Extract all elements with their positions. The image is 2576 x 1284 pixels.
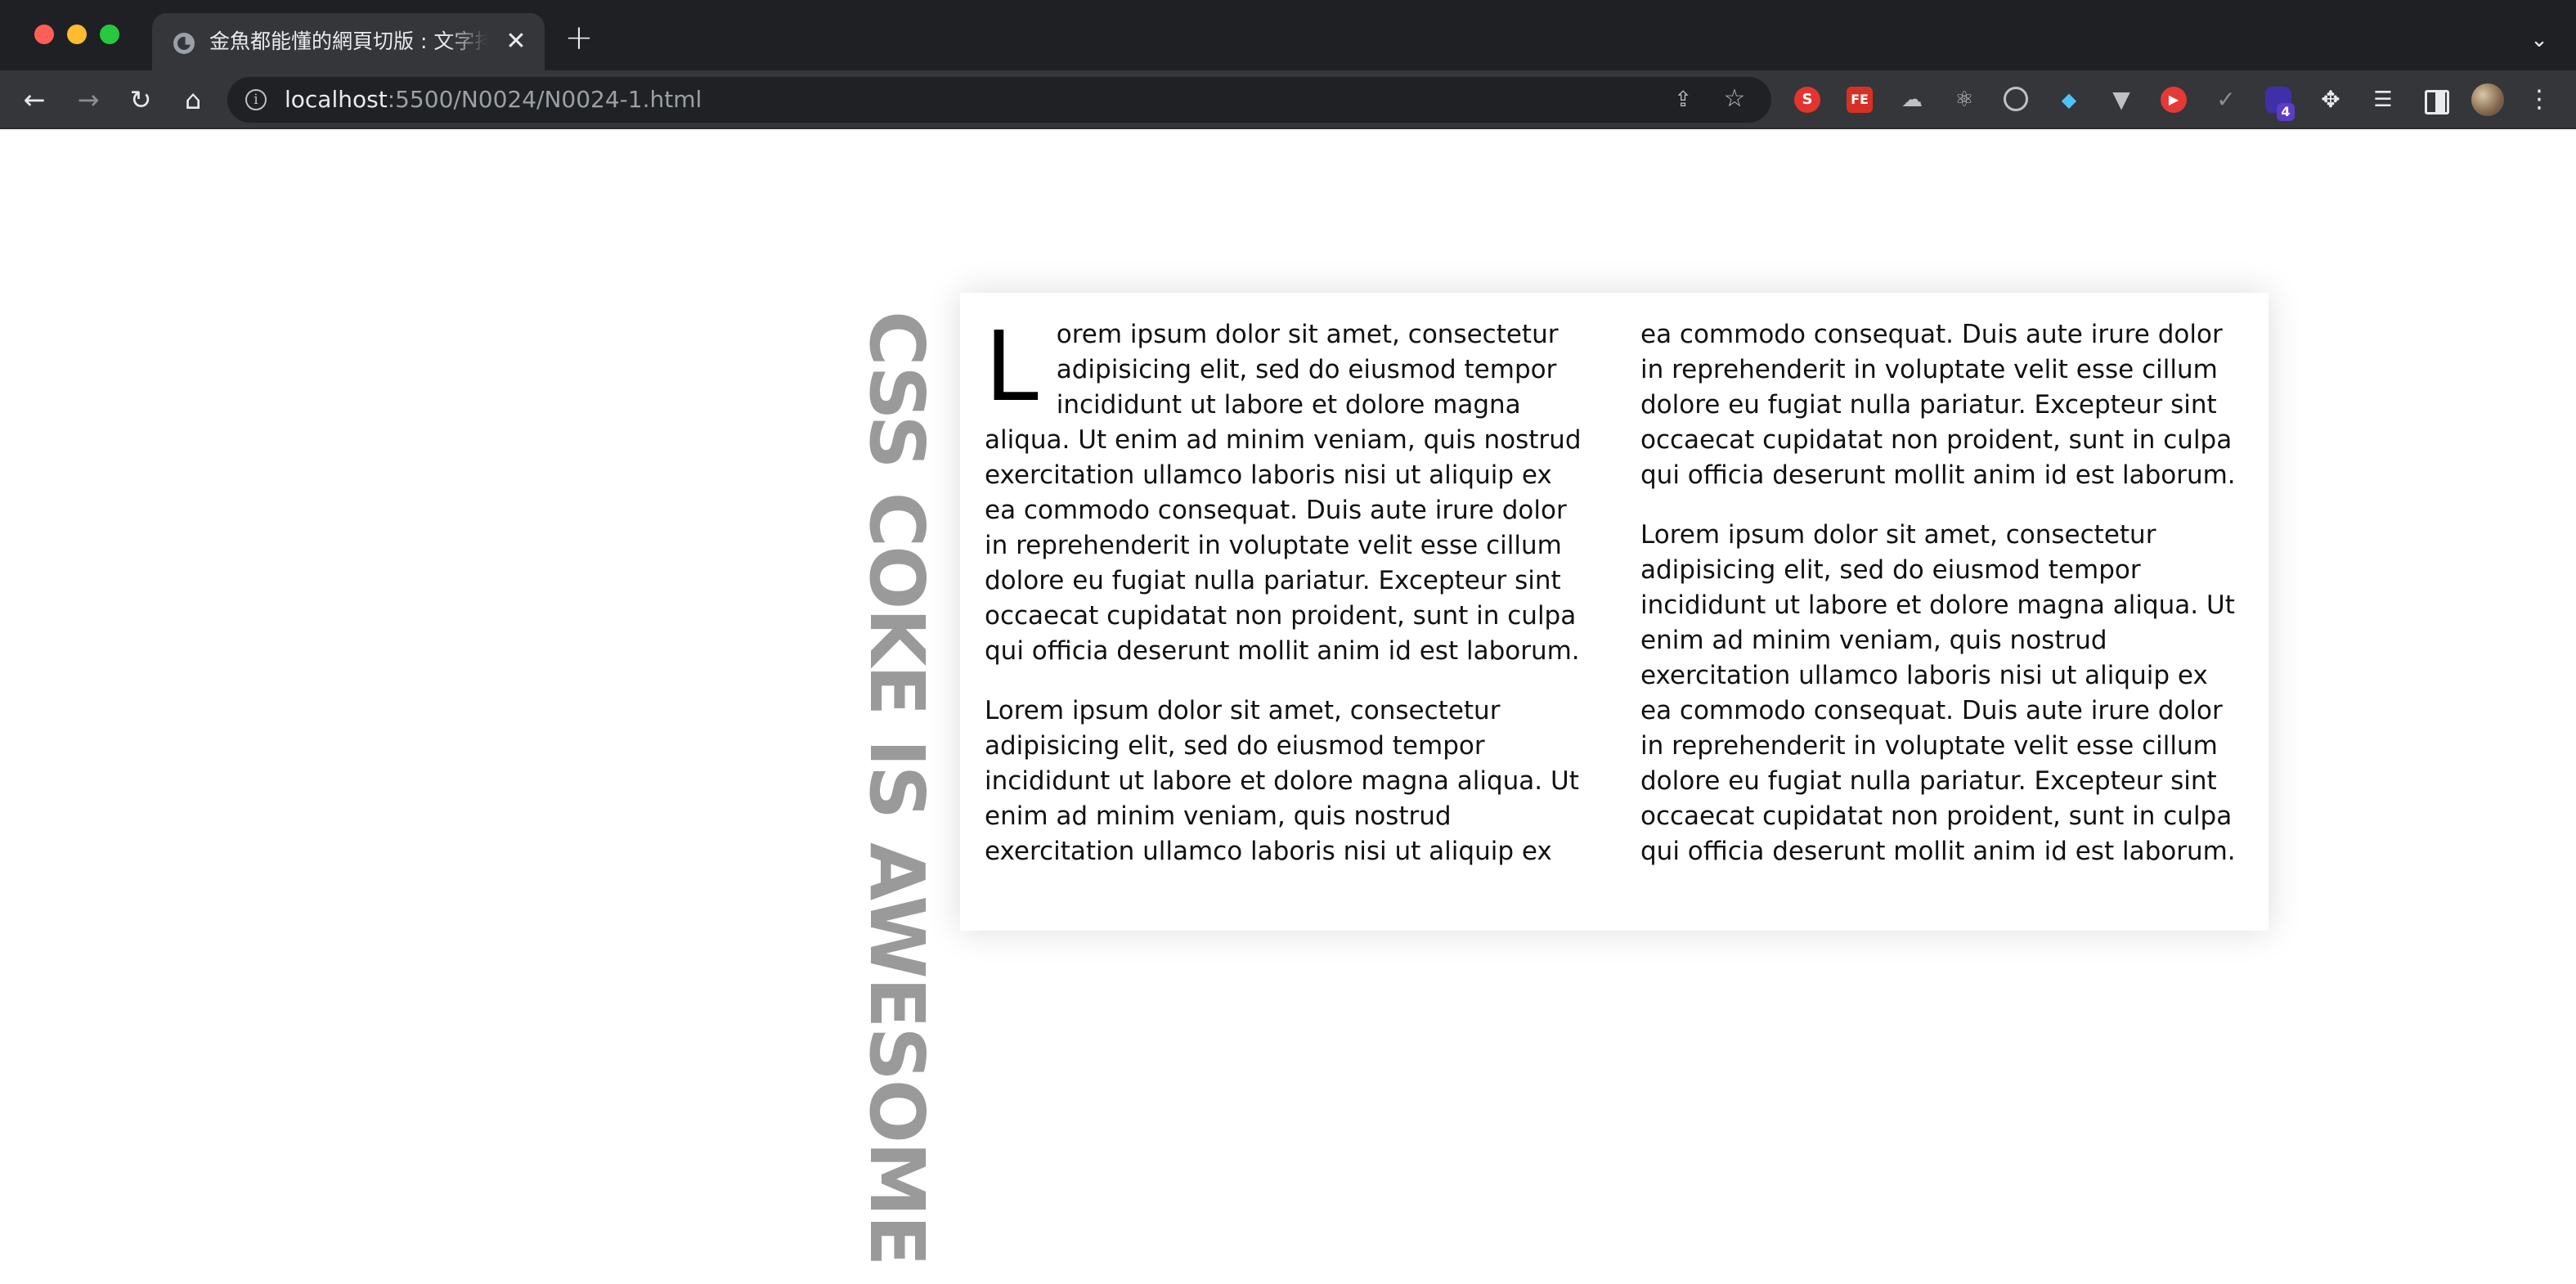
react-extension-icon[interactable]: ⚛ (1951, 87, 1977, 113)
address-url[interactable]: localhost:5500/N0024/N0024-1.html (285, 85, 702, 114)
check-extension-icon[interactable]: ✓ (2213, 87, 2239, 113)
tab-title: 金魚都能懂的網頁切版 : 文字排版 (209, 29, 487, 53)
cloud-extension-icon[interactable]: ☁ (1899, 87, 1925, 113)
tab-search-chevron-icon[interactable]: ⌄ (2527, 28, 2551, 52)
url-path: :5500/N0024/N0024-1.html (387, 86, 702, 113)
new-tab-button[interactable]: + (563, 20, 595, 55)
paragraph-3: Lorem ipsum dolor sit amet, consectetur … (1640, 520, 2236, 866)
tab-close-icon[interactable]: ✕ (502, 28, 530, 56)
paragraph-1: Lorem ipsum dolor sit amet, consectetur … (985, 317, 1588, 669)
s-extension-icon[interactable]: S (1794, 87, 1820, 113)
target-extension-icon[interactable] (2004, 87, 2028, 111)
paragraph-1-text: orem ipsum dolor sit amet, consectetur a… (985, 320, 1582, 666)
bookmark-star-icon[interactable]: ☆ (1721, 85, 1748, 113)
reading-list-icon[interactable]: ☰ (2370, 87, 2396, 113)
reload-icon[interactable]: ↻ (124, 83, 157, 116)
back-arrow-icon[interactable]: ← (18, 83, 51, 116)
article-card: Lorem ipsum dolor sit amet, consectetur … (960, 293, 2269, 931)
site-info-icon[interactable]: i (245, 89, 267, 110)
vertical-title: CSS COKE IS AWESOME (853, 311, 940, 1265)
maximize-window-button[interactable] (100, 25, 119, 44)
forward-arrow-icon[interactable]: → (72, 83, 105, 116)
side-panel-icon[interactable] (2422, 87, 2449, 114)
address-bar[interactable]: i localhost:5500/N0024/N0024-1.html ⇪ ☆ (227, 77, 1771, 123)
tab-strip: 金魚都能懂的網頁切版 : 文字排版 ✕ + ⌄ (0, 0, 2576, 70)
drop-cap: L (985, 310, 1039, 423)
browser-toolbar: ← → ↻ ⌂ i localhost:5500/N0024/N0024-1.h… (0, 70, 2576, 129)
youtube-extension-icon[interactable]: ▶ (2161, 87, 2187, 113)
browser-tab[interactable]: 金魚都能懂的網頁切版 : 文字排版 ✕ (152, 13, 545, 70)
puzzle-extensions-icon[interactable]: ✥ (2318, 87, 2344, 113)
share-icon[interactable]: ⇪ (1670, 87, 1696, 113)
extension-badge: 4 (2277, 103, 2295, 121)
close-window-button[interactable] (34, 25, 54, 44)
vue-extension-icon[interactable]: ▼ (2108, 87, 2134, 113)
url-host: localhost (285, 86, 388, 113)
fe-extension-icon[interactable]: FE (1847, 87, 1873, 113)
profile-avatar[interactable] (2471, 83, 2504, 116)
gem-extension-icon[interactable]: ◆ (2056, 87, 2082, 113)
globe-icon (173, 33, 195, 54)
minimize-window-button[interactable] (67, 25, 87, 44)
more-menu-icon[interactable]: ⋮ (2527, 85, 2551, 114)
home-icon[interactable]: ⌂ (177, 83, 209, 116)
